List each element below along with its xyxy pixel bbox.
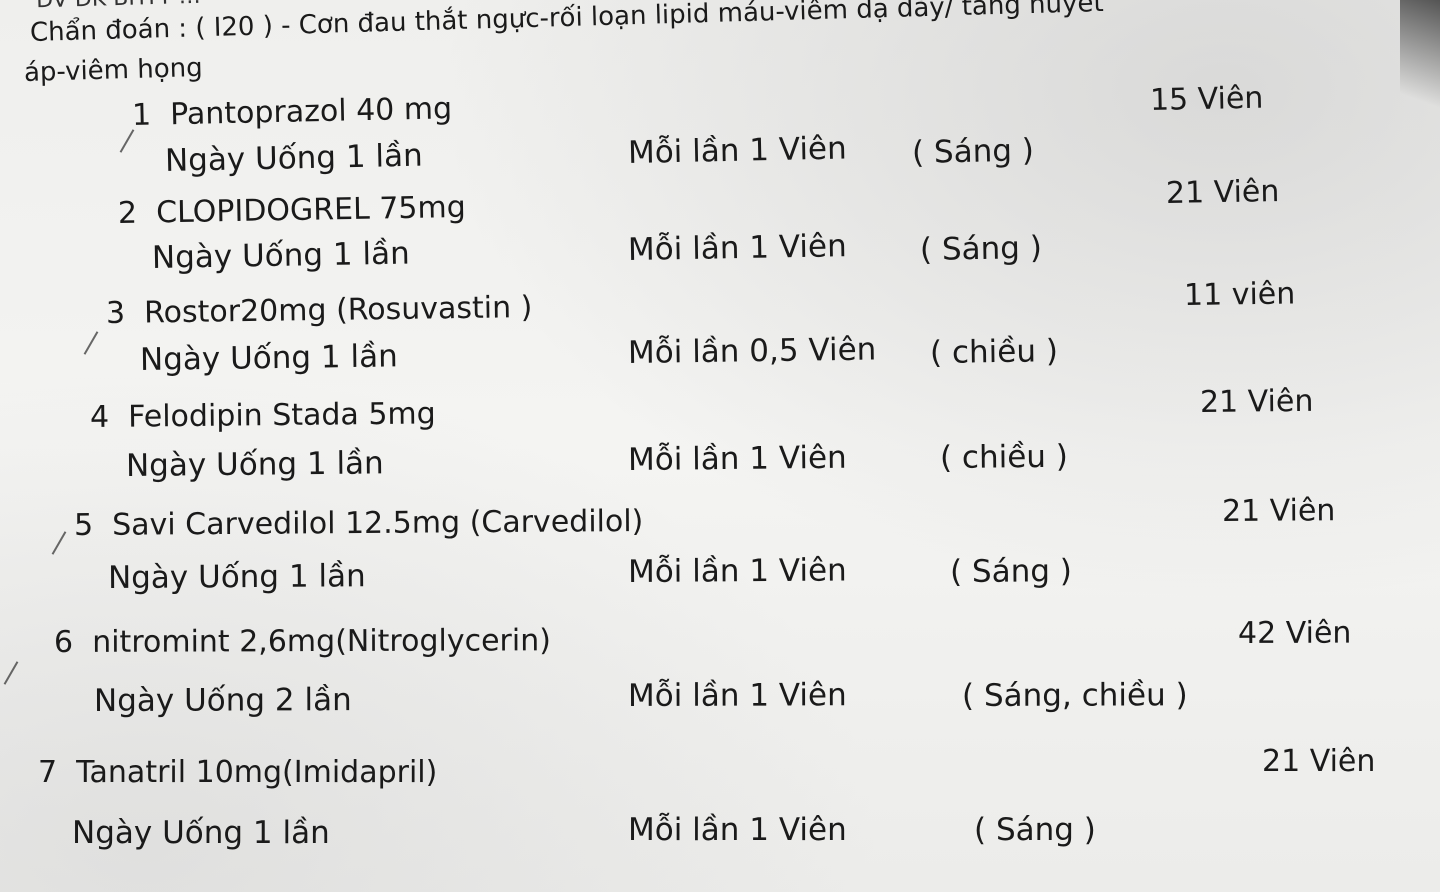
drug-3-index: 3 bbox=[105, 295, 126, 331]
diagnosis-line-2: áp-viêm họng bbox=[23, 53, 204, 88]
drug-2-index: 2 bbox=[117, 195, 138, 231]
drug-3-name: 3 Rostor20mg (Rosuvastin ) bbox=[106, 290, 533, 331]
drug-7-per-dose: Mỗi lần 1 Viên bbox=[628, 812, 847, 848]
drug-2-name: 2 CLOPIDOGREL 75mg bbox=[118, 190, 466, 231]
drug-5-index: 5 bbox=[73, 507, 94, 543]
drug-4-index: 4 bbox=[89, 399, 110, 435]
drug-7-usage: Ngày Uống 1 lần bbox=[72, 815, 330, 851]
drug-2-time: ( Sáng ) bbox=[919, 229, 1043, 268]
drug-6-name: 6 nitromint 2,6mg(Nitroglycerin) bbox=[54, 623, 551, 660]
drug-2-usage: Ngày Uống 1 lần bbox=[151, 235, 411, 276]
drug-5-name: 5 Savi Carvedilol 12.5mg (Carvedilol) bbox=[74, 504, 644, 543]
drug-6-usage: Ngày Uống 2 lần bbox=[93, 682, 352, 719]
drug-7-time: ( Sáng ) bbox=[974, 812, 1096, 848]
drug-3-quantity: 11 viên bbox=[1183, 276, 1296, 313]
drug-1-label: Pantoprazol 40 mg bbox=[169, 91, 453, 133]
drug-2-label: CLOPIDOGREL 75mg bbox=[155, 189, 467, 231]
drug-1-usage: Ngày Uống 1 lần bbox=[164, 137, 424, 179]
drug-1-quantity: 15 Viên bbox=[1149, 80, 1264, 118]
cut-off-header: ĐV ĐK BHYT … bbox=[36, 0, 201, 13]
drug-5-quantity: 21 Viên bbox=[1221, 493, 1336, 529]
drug-6-label: nitromint 2,6mg(Nitroglycerin) bbox=[92, 623, 551, 660]
drug-7-quantity: 21 Viên bbox=[1262, 744, 1376, 779]
drug-1-name: 1 Pantoprazol 40 mg bbox=[132, 91, 453, 133]
drug-1-per-dose: Mỗi lần 1 Viên bbox=[627, 130, 848, 171]
drug-5-label: Savi Carvedilol 12.5mg (Carvedilol) bbox=[112, 504, 644, 543]
drug-3-time: ( chiều ) bbox=[929, 333, 1059, 371]
drug-4-label: Felodipin Stada 5mg bbox=[127, 396, 436, 435]
drug-4-time: ( chiều ) bbox=[939, 438, 1069, 476]
drug-4-quantity: 21 Viên bbox=[1199, 383, 1314, 420]
check-mark bbox=[83, 331, 99, 355]
drug-1-index: 1 bbox=[131, 97, 152, 133]
drug-4-name: 4 Felodipin Stada 5mg bbox=[90, 396, 436, 435]
drug-3-label: Rostor20mg (Rosuvastin ) bbox=[143, 290, 533, 331]
drug-7-name: 7 Tanatril 10mg(Imidapril) bbox=[38, 755, 437, 790]
drug-5-usage: Ngày Uống 1 lần bbox=[107, 558, 366, 596]
drug-7-label: Tanatril 10mg(Imidapril) bbox=[76, 755, 438, 790]
drug-3-usage: Ngày Uống 1 lần bbox=[139, 338, 398, 378]
drug-4-per-dose: Mỗi lần 1 Viên bbox=[627, 439, 847, 478]
drug-6-index: 6 bbox=[53, 624, 74, 660]
drug-5-per-dose: Mỗi lần 1 Viên bbox=[627, 552, 847, 590]
drug-5-time: ( Sáng ) bbox=[949, 553, 1073, 590]
drug-2-quantity: 21 Viên bbox=[1165, 174, 1280, 211]
drug-6-per-dose: Mỗi lần 1 Viên bbox=[627, 677, 847, 714]
drug-1-time: ( Sáng ) bbox=[911, 132, 1035, 171]
drug-2-per-dose: Mỗi lần 1 Viên bbox=[627, 228, 848, 268]
drug-6-time: ( Sáng, chiều ) bbox=[961, 677, 1188, 714]
drug-3-per-dose: Mỗi lần 0,5 Viên bbox=[627, 331, 877, 371]
drug-6-quantity: 42 Viên bbox=[1237, 615, 1352, 651]
drug-4-usage: Ngày Uống 1 lần bbox=[125, 445, 384, 484]
check-mark bbox=[51, 531, 67, 555]
drug-7-index: 7 bbox=[38, 755, 58, 790]
check-mark bbox=[3, 661, 19, 685]
prescription-paper: ĐV ĐK BHYT … Chẩn đoán : ( I20 ) - Cơn đ… bbox=[0, 0, 1440, 892]
paper-edge-shadow bbox=[1400, 0, 1440, 140]
